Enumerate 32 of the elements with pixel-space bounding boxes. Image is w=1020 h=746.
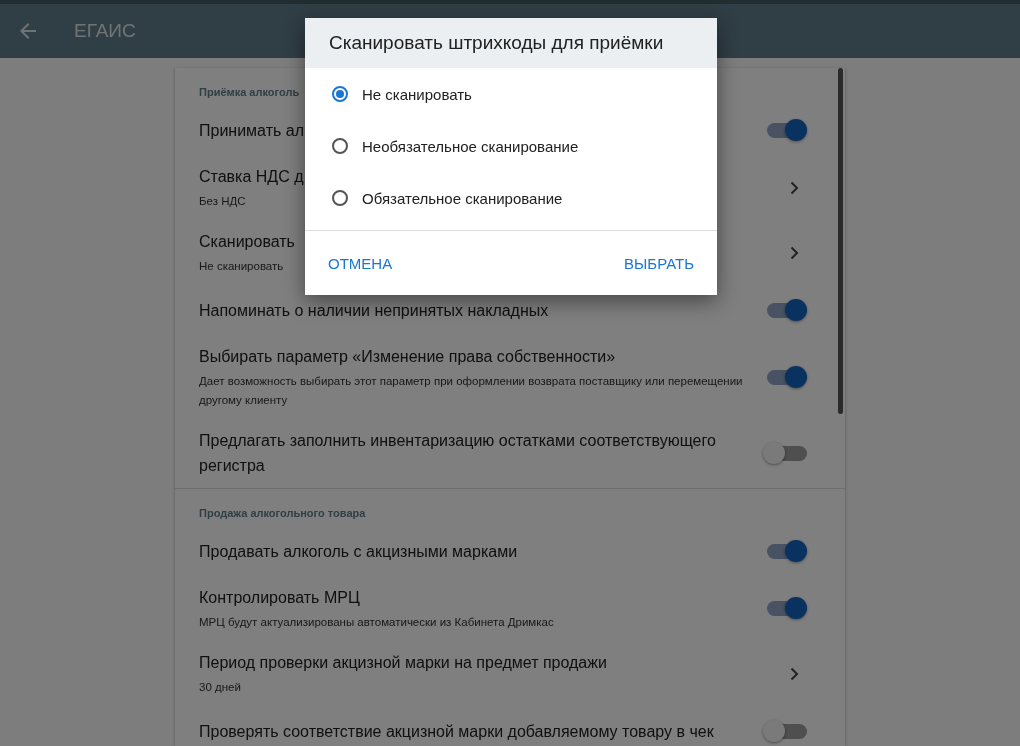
toggle-switch[interactable] (767, 122, 807, 138)
radio-button[interactable] (332, 138, 348, 154)
setting-label: Напоминать о наличии непринятых накладных (199, 300, 549, 321)
setting-label: Проверять соответствие акцизной марки добавляемому товару в чек (199, 721, 714, 742)
setting-description: МРЦ будут актуализированы автоматически из Кабинета Дримкас (199, 615, 554, 630)
page-title: ЕГАИС (74, 20, 136, 42)
setting-description: 30 дней (199, 680, 241, 695)
scrollbar-thumb[interactable] (838, 68, 843, 414)
option-label[interactable]: Обязательное сканирование (362, 189, 563, 207)
select-button[interactable]: ВЫБРАТЬ (624, 250, 694, 276)
section-title: Приёмка алкоголь (199, 86, 300, 98)
setting-label: Принимать ал (199, 120, 304, 141)
option-label[interactable]: Не сканировать (362, 85, 472, 103)
cancel-button[interactable]: ОТМЕНА (328, 250, 393, 276)
option-label[interactable]: Необязательное сканирование (362, 137, 579, 155)
toggle-switch[interactable] (767, 543, 807, 559)
toggle-switch[interactable] (767, 302, 807, 318)
setting-label: Выбирать параметр «Изменение права собственности» (199, 347, 616, 367)
setting-label: Период проверки акцизной марки на предмет продажи (199, 653, 607, 673)
section-title: Продажа алкогольного товара (199, 507, 366, 519)
setting-description: Без НДС (199, 194, 246, 209)
setting-label: Предлагать заполнить инвентаризацию остатками соответствующего регистра (199, 431, 717, 476)
radio-button[interactable] (332, 86, 348, 102)
setting-description: Дает возможность выбирать этот параметр при оформлении возврата поставщику или перемещении другому клиенту (199, 374, 744, 408)
radio-button[interactable] (332, 190, 348, 206)
setting-label: Ставка НДС д (199, 167, 304, 187)
setting-label: Контролировать МРЦ (199, 588, 360, 608)
dialog-title: Сканировать штрихкоды для приёмки (305, 18, 717, 68)
setting-label: Сканировать (199, 232, 295, 252)
setting-description: Не сканировать (199, 259, 284, 274)
toggle-switch[interactable] (767, 369, 807, 385)
setting-label: Продавать алкоголь с акцизными марками (199, 541, 518, 562)
